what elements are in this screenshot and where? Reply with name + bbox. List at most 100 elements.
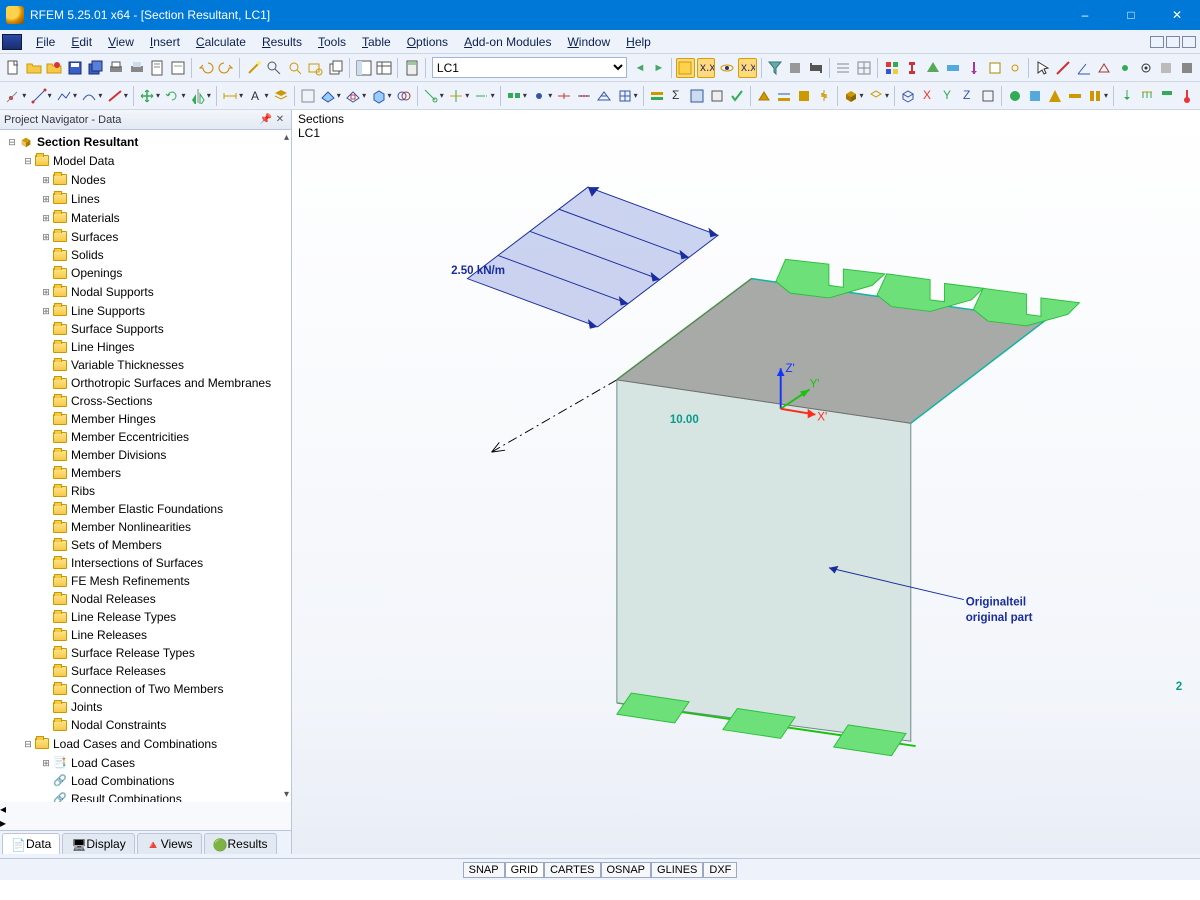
- view-y-button[interactable]: Y: [939, 86, 957, 106]
- tree-item[interactable]: Ribs: [40, 482, 291, 500]
- zoom-window-button[interactable]: [306, 58, 325, 78]
- tab-results[interactable]: 🟢Results: [204, 833, 277, 854]
- grid-tool[interactable]: [299, 86, 317, 106]
- table-button[interactable]: [375, 58, 394, 78]
- tree-item[interactable]: Nodal Supports: [40, 282, 291, 301]
- addon2-button[interactable]: [1026, 86, 1044, 106]
- tree-item[interactable]: Solids: [40, 246, 291, 264]
- surfsup-tool[interactable]: [795, 86, 813, 106]
- view-front-button[interactable]: [979, 86, 997, 106]
- member-tool[interactable]: [106, 86, 129, 106]
- tree-item[interactable]: Materials: [40, 208, 291, 227]
- tree-item[interactable]: 🔗Load Combinations: [40, 772, 291, 790]
- tree-item[interactable]: Surface Release Types: [40, 644, 291, 662]
- pointer-button[interactable]: [1033, 58, 1052, 78]
- tree-item[interactable]: Members: [40, 464, 291, 482]
- status-osnap[interactable]: OSNAP: [601, 862, 652, 878]
- rotate-tool[interactable]: [163, 86, 186, 106]
- render1-tool[interactable]: [841, 86, 864, 106]
- tree-item[interactable]: Cross-Sections: [40, 392, 291, 410]
- mirror-tool[interactable]: [189, 86, 212, 106]
- tree-item[interactable]: FE Mesh Refinements: [40, 572, 291, 590]
- menu-tools[interactable]: Tools: [310, 32, 354, 52]
- navigator-button[interactable]: [354, 58, 373, 78]
- tab-display[interactable]: 🖥Display: [62, 833, 134, 854]
- menu-file[interactable]: File: [28, 32, 63, 52]
- tree-item[interactable]: Line Release Types: [40, 608, 291, 626]
- display-results-button[interactable]: [676, 58, 695, 78]
- redo-button[interactable]: [217, 58, 236, 78]
- tree-item[interactable]: Lines: [40, 189, 291, 208]
- addon4-button[interactable]: [1066, 86, 1084, 106]
- close-button[interactable]: ✕: [1154, 0, 1200, 30]
- grid2-button[interactable]: [855, 58, 874, 78]
- view-z-button[interactable]: Z: [959, 86, 977, 106]
- node-tool[interactable]: [4, 86, 27, 106]
- tree-item[interactable]: Member Nonlinearities: [40, 518, 291, 536]
- menu-window[interactable]: Window: [559, 32, 618, 52]
- hscroll-left-icon[interactable]: ◂: [0, 802, 6, 816]
- hscroll-right-icon[interactable]: ▸: [0, 816, 6, 830]
- units-button[interactable]: [985, 58, 1004, 78]
- copy-button[interactable]: [327, 58, 346, 78]
- new-file-button[interactable]: [4, 58, 23, 78]
- load-node-tool[interactable]: [1118, 86, 1136, 106]
- intersect-tool[interactable]: [395, 86, 413, 106]
- surface-button[interactable]: [923, 58, 942, 78]
- tree-item[interactable]: Surface Supports: [40, 320, 291, 338]
- measure-button[interactable]: [1054, 58, 1073, 78]
- release-button[interactable]: [1136, 58, 1155, 78]
- addon-button[interactable]: [1006, 86, 1024, 106]
- tree-item[interactable]: Member Divisions: [40, 446, 291, 464]
- tree-item[interactable]: Variable Thicknesses: [40, 356, 291, 374]
- undo-button[interactable]: [196, 58, 215, 78]
- cut-tool[interactable]: [422, 86, 445, 106]
- pin-icon[interactable]: 📌: [259, 113, 273, 127]
- text-tool[interactable]: A: [246, 86, 269, 106]
- addon3-button[interactable]: [1046, 86, 1064, 106]
- report-button[interactable]: [148, 58, 167, 78]
- mdi-minimize-icon[interactable]: [1150, 36, 1164, 48]
- tab-data[interactable]: 📄Data: [2, 833, 60, 854]
- polyline-tool[interactable]: [55, 86, 78, 106]
- tree-lcc[interactable]: Load Cases and Combinations: [22, 734, 291, 753]
- render-button[interactable]: [786, 58, 805, 78]
- addon5-button[interactable]: [1086, 86, 1109, 106]
- navigator-tree[interactable]: ▴ Section Resultant Model Data NodesLine…: [0, 130, 291, 802]
- animate-button[interactable]: [807, 58, 826, 78]
- layer-tool[interactable]: [272, 86, 290, 106]
- wand-button[interactable]: [244, 58, 263, 78]
- mdi-restore-icon[interactable]: [1166, 36, 1180, 48]
- menu-help[interactable]: Help: [618, 32, 659, 52]
- open-file-button[interactable]: [25, 58, 44, 78]
- open-model-button[interactable]: [45, 58, 64, 78]
- surface-tool[interactable]: [319, 86, 342, 106]
- tree-item[interactable]: Surface Releases: [40, 662, 291, 680]
- find-button[interactable]: [265, 58, 284, 78]
- print-graphic-button[interactable]: [128, 58, 147, 78]
- tree-item[interactable]: Line Supports: [40, 301, 291, 320]
- tree-item[interactable]: Openings: [40, 264, 291, 282]
- display-values-button[interactable]: x.xx: [697, 58, 716, 78]
- tree-item[interactable]: Intersections of Surfaces: [40, 554, 291, 572]
- linesup-tool[interactable]: [775, 86, 793, 106]
- hinge-button[interactable]: [1116, 58, 1135, 78]
- tree-item[interactable]: Member Hinges: [40, 410, 291, 428]
- render2-tool[interactable]: [867, 86, 890, 106]
- extra-button[interactable]: [1178, 58, 1197, 78]
- menu-add-on-modules[interactable]: Add-on Modules: [456, 32, 559, 52]
- save-all-button[interactable]: [86, 58, 105, 78]
- calc-all-button[interactable]: [688, 86, 706, 106]
- springsup-tool[interactable]: [815, 86, 833, 106]
- split-tool[interactable]: [555, 86, 573, 106]
- mat-button[interactable]: [882, 58, 901, 78]
- trim-tool[interactable]: [447, 86, 470, 106]
- calculator-button[interactable]: [402, 58, 421, 78]
- tree-item[interactable]: Nodal Releases: [40, 590, 291, 608]
- opening-tool[interactable]: [344, 86, 367, 106]
- solid-tool[interactable]: [369, 86, 392, 106]
- load-temp-tool[interactable]: [1178, 86, 1196, 106]
- tree-item[interactable]: Connection of Two Members: [40, 680, 291, 698]
- tree-item[interactable]: Member Eccentricities: [40, 428, 291, 446]
- load-surf-tool[interactable]: [1158, 86, 1176, 106]
